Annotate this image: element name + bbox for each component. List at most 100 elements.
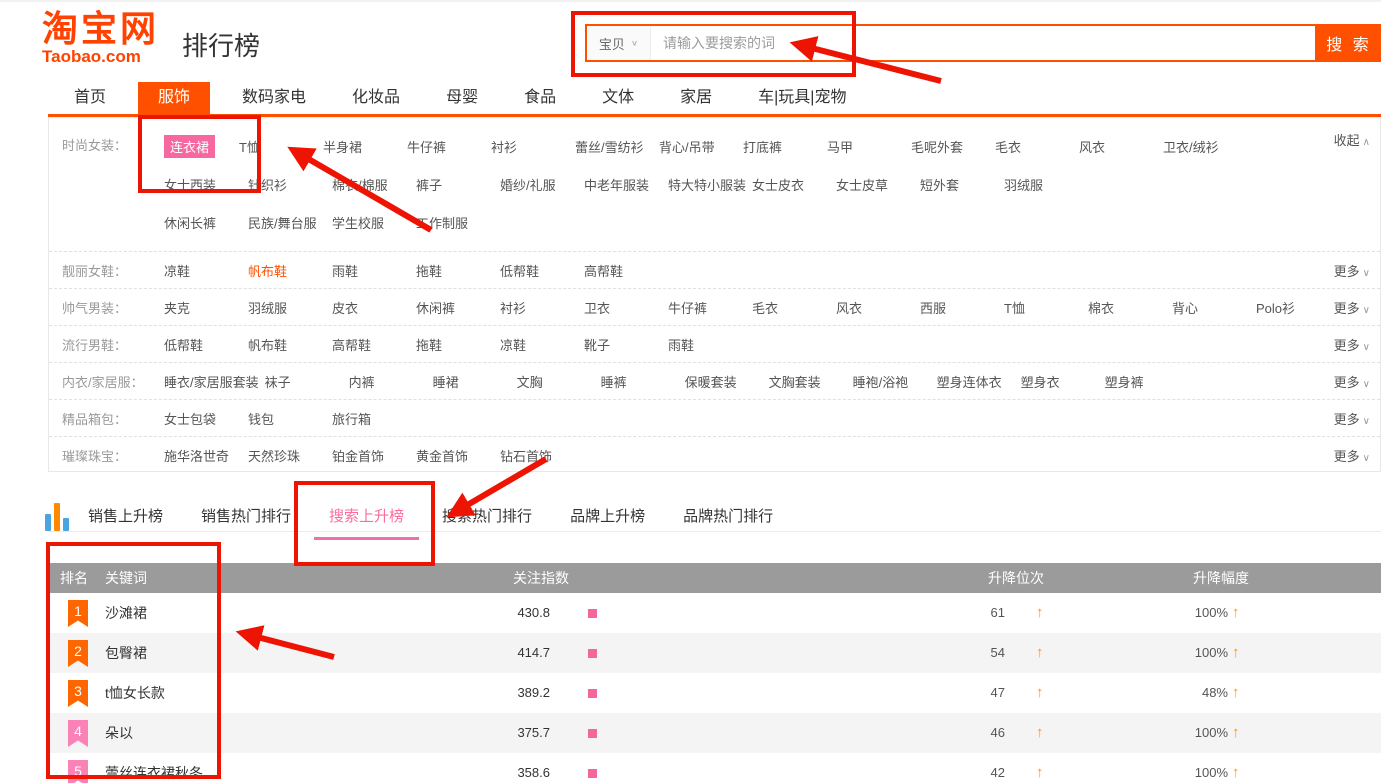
category-item-睡袍/浴袍[interactable]: 睡袍/浴袍 [853,372,931,391]
category-item-保暖套装[interactable]: 保暖套装 [685,372,763,391]
category-item-毛衣[interactable]: 毛衣 [752,298,830,317]
category-item-低帮鞋[interactable]: 低帮鞋 [500,261,578,280]
category-item-钻石首饰[interactable]: 钻石首饰 [500,446,578,465]
category-item-女士皮草[interactable]: 女士皮草 [836,175,914,194]
category-item-钱包[interactable]: 钱包 [248,409,326,428]
category-item-棉衣[interactable]: 棉衣 [1088,298,1166,317]
search-category-select[interactable]: 宝贝 ∨ [587,26,651,60]
nav-tab-首页[interactable]: 首页 [60,82,120,114]
category-item-卫衣[interactable]: 卫衣 [584,298,662,317]
category-item-衬衫[interactable]: 衬衫 [500,298,578,317]
category-item-睡衣/家居服套装[interactable]: 睡衣/家居服套装 [164,372,259,391]
category-item-塑身衣[interactable]: 塑身衣 [1021,372,1099,391]
category-item-羽绒服[interactable]: 羽绒服 [1004,175,1082,194]
category-item-雨鞋[interactable]: 雨鞋 [668,335,746,354]
category-item-低帮鞋[interactable]: 低帮鞋 [164,335,242,354]
category-item-裤子[interactable]: 裤子 [416,175,494,194]
category-item-风衣[interactable]: 风衣 [836,298,914,317]
category-item-女士西装[interactable]: 女士西装 [164,175,242,194]
category-item-塑身连体衣[interactable]: 塑身连体衣 [937,372,1015,391]
category-item-蕾丝/雪纺衫[interactable]: 蕾丝/雪纺衫 [575,137,653,156]
category-item-连衣裙[interactable]: 连衣裙 [164,135,215,158]
category-item-特大特小服装[interactable]: 特大特小服装 [668,175,746,194]
category-item-风衣[interactable]: 风衣 [1079,137,1157,156]
more-link[interactable]: 更多∨ [1334,335,1370,354]
more-link[interactable]: 更多∨ [1334,372,1370,391]
category-item-女士皮衣[interactable]: 女士皮衣 [752,175,830,194]
nav-tab-文体[interactable]: 文体 [588,82,648,114]
category-item-休闲长裤[interactable]: 休闲长裤 [164,213,242,232]
category-item-袜子[interactable]: 袜子 [265,372,343,391]
category-item-皮衣[interactable]: 皮衣 [332,298,410,317]
category-item-婚纱/礼服[interactable]: 婚纱/礼服 [500,175,578,194]
category-item-睡裙[interactable]: 睡裙 [433,372,511,391]
nav-tab-车|玩具|宠物[interactable]: 车|玩具|宠物 [744,82,860,114]
more-link[interactable]: 更多∨ [1334,409,1370,428]
category-item-牛仔裤[interactable]: 牛仔裤 [407,137,485,156]
category-item-内裤[interactable]: 内裤 [349,372,427,391]
nav-tab-母婴[interactable]: 母婴 [432,82,492,114]
category-item-毛衣[interactable]: 毛衣 [995,137,1073,156]
category-item-黄金首饰[interactable]: 黄金首饰 [416,446,494,465]
category-item-工作制服[interactable]: 工作制服 [416,213,494,232]
category-item-铂金首饰[interactable]: 铂金首饰 [332,446,410,465]
category-item-文胸套装[interactable]: 文胸套装 [769,372,847,391]
tab-品牌热门排行[interactable]: 品牌热门排行 [683,505,773,526]
nav-tab-化妆品[interactable]: 化妆品 [338,82,414,114]
category-item-牛仔裤[interactable]: 牛仔裤 [668,298,746,317]
category-item-靴子[interactable]: 靴子 [584,335,662,354]
keyword-link[interactable]: t恤女长款 [105,673,165,713]
more-link[interactable]: 更多∨ [1334,261,1370,280]
category-item-半身裙[interactable]: 半身裙 [323,137,401,156]
category-item-帆布鞋[interactable]: 帆布鞋 [248,261,326,280]
category-item-女士包袋[interactable]: 女士包袋 [164,409,242,428]
category-item-马甲[interactable]: 马甲 [827,137,905,156]
category-item-塑身裤[interactable]: 塑身裤 [1105,372,1183,391]
category-item-羽绒服[interactable]: 羽绒服 [248,298,326,317]
category-item-民族/舞台服[interactable]: 民族/舞台服 [248,213,326,232]
category-item-文胸[interactable]: 文胸 [517,372,595,391]
category-item-高帮鞋[interactable]: 高帮鞋 [584,261,662,280]
category-item-凉鞋[interactable]: 凉鞋 [500,335,578,354]
category-item-旅行箱[interactable]: 旅行箱 [332,409,410,428]
category-item-雨鞋[interactable]: 雨鞋 [332,261,410,280]
category-item-高帮鞋[interactable]: 高帮鞋 [332,335,410,354]
tab-搜索热门排行[interactable]: 搜索热门排行 [442,505,532,526]
category-item-T恤[interactable]: T恤 [1004,298,1082,317]
tab-销售热门排行[interactable]: 销售热门排行 [201,505,291,526]
category-item-棉衣/棉服[interactable]: 棉衣/棉服 [332,175,410,194]
collapse-link[interactable]: 收起∧ [1334,130,1370,149]
category-item-施华洛世奇[interactable]: 施华洛世奇 [164,446,242,465]
category-item-学生校服[interactable]: 学生校服 [332,213,410,232]
nav-tab-服饰[interactable]: 服饰 [138,82,210,114]
category-item-帆布鞋[interactable]: 帆布鞋 [248,335,326,354]
search-button[interactable]: 搜 索 [1317,24,1381,62]
category-item-天然珍珠[interactable]: 天然珍珠 [248,446,326,465]
keyword-link[interactable]: 蕾丝连衣裙秋冬 [105,753,203,783]
keyword-link[interactable]: 朵以 [105,713,133,753]
search-input[interactable] [651,26,1315,60]
category-item-休闲裤[interactable]: 休闲裤 [416,298,494,317]
category-item-凉鞋[interactable]: 凉鞋 [164,261,242,280]
category-item-拖鞋[interactable]: 拖鞋 [416,261,494,280]
tab-搜索上升榜[interactable]: 搜索上升榜 [329,505,404,526]
category-item-Polo衫[interactable]: Polo衫 [1256,298,1334,317]
category-item-睡裤[interactable]: 睡裤 [601,372,679,391]
category-item-T恤[interactable]: T恤 [239,137,317,156]
more-link[interactable]: 更多∨ [1334,298,1370,317]
category-item-背心[interactable]: 背心 [1172,298,1250,317]
keyword-link[interactable]: 包臀裙 [105,633,147,673]
nav-tab-食品[interactable]: 食品 [510,82,570,114]
nav-tab-数码家电[interactable]: 数码家电 [228,82,320,114]
category-item-夹克[interactable]: 夹克 [164,298,242,317]
category-item-西服[interactable]: 西服 [920,298,998,317]
category-item-针织衫[interactable]: 针织衫 [248,175,326,194]
keyword-link[interactable]: 沙滩裙 [105,593,147,633]
category-item-打底裤[interactable]: 打底裤 [743,137,821,156]
taobao-logo[interactable]: 淘宝网 Taobao.com [42,10,159,65]
category-item-卫衣/绒衫[interactable]: 卫衣/绒衫 [1163,137,1241,156]
more-link[interactable]: 更多∨ [1334,446,1370,465]
tab-品牌上升榜[interactable]: 品牌上升榜 [570,505,645,526]
category-item-中老年服装[interactable]: 中老年服装 [584,175,662,194]
category-item-拖鞋[interactable]: 拖鞋 [416,335,494,354]
